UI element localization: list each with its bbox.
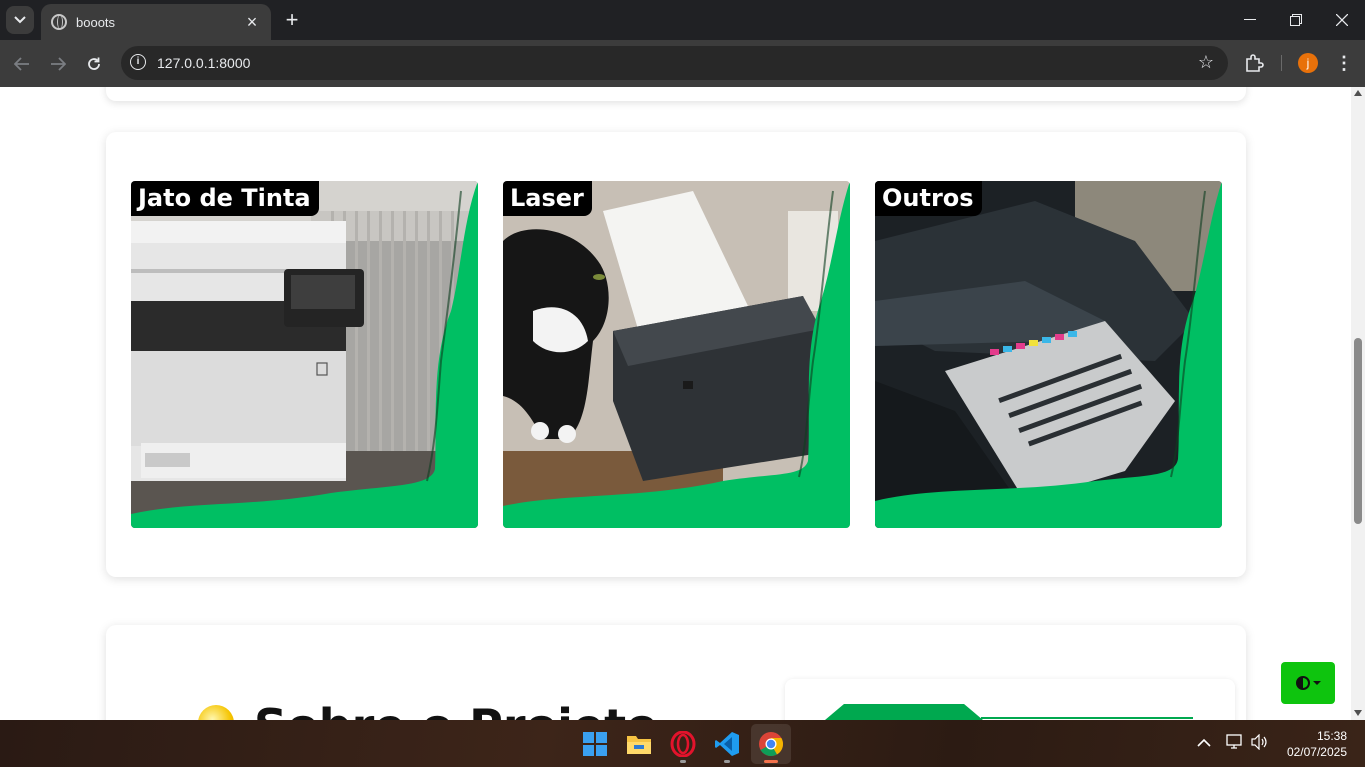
previous-card: [106, 87, 1246, 101]
category-card-jato-de-tinta[interactable]: Jato de Tinta: [131, 181, 478, 528]
forward-button[interactable]: [46, 52, 70, 76]
category-card-outros[interactable]: Outros: [875, 181, 1222, 528]
back-button[interactable]: [10, 52, 34, 76]
laser-printer-image: [503, 181, 850, 528]
restore-icon: [1290, 14, 1302, 26]
arrow-left-icon: [14, 57, 29, 71]
other-printer-image: [875, 181, 1222, 528]
category-card-laser[interactable]: Laser: [503, 181, 850, 528]
scroll-down-arrow-icon[interactable]: [1354, 710, 1362, 716]
network-icon[interactable]: [1226, 734, 1244, 753]
bookmark-star-icon[interactable]: ☆: [1198, 52, 1214, 73]
reload-button[interactable]: [82, 52, 106, 76]
start-button[interactable]: [575, 724, 615, 764]
close-tab-icon[interactable]: ×: [243, 13, 261, 31]
page-scrollbar[interactable]: [1351, 87, 1365, 720]
inkjet-printer-image: [131, 181, 478, 528]
scrollbar-thumb[interactable]: [1354, 338, 1362, 524]
tab-title: booots: [76, 14, 116, 30]
about-heading: Sobre o Projeto: [254, 699, 658, 720]
chrome-icon: [759, 732, 784, 757]
minimize-button[interactable]: [1227, 0, 1273, 40]
restore-button[interactable]: [1273, 0, 1319, 40]
monitor-icon: [1226, 734, 1242, 749]
show-hidden-icons-button[interactable]: [1197, 734, 1211, 750]
site-info-icon[interactable]: i: [130, 54, 146, 70]
toolbar-divider: [1281, 55, 1282, 71]
file-explorer-app[interactable]: [619, 724, 659, 764]
windows-logo-icon: [583, 732, 607, 756]
theme-toggle-button[interactable]: [1281, 662, 1335, 704]
reload-icon: [88, 57, 100, 70]
opera-icon: [670, 731, 696, 757]
opera-app[interactable]: [663, 724, 703, 764]
browser-tab[interactable]: booots ×: [41, 4, 271, 40]
more-menu-icon[interactable]: ⋮: [1333, 52, 1355, 74]
running-indicator: [680, 760, 686, 763]
chevron-up-icon: [1197, 738, 1211, 747]
vscode-icon: [715, 732, 739, 756]
browser-tab-bar: booots × +: [0, 0, 1365, 40]
category-label: Outros: [875, 181, 982, 216]
scroll-up-arrow-icon[interactable]: [1354, 90, 1362, 96]
chrome-app[interactable]: [751, 724, 791, 764]
folder-icon: [627, 736, 651, 754]
puzzle-icon: [1246, 54, 1264, 72]
arrow-right-icon: [51, 57, 66, 71]
close-icon: [1336, 14, 1348, 26]
url-text: 127.0.0.1:8000: [157, 55, 251, 71]
active-indicator: [764, 760, 778, 763]
about-card: Sobre o Projeto: [106, 625, 1246, 720]
tab-search-button[interactable]: [6, 6, 34, 34]
system-clock[interactable]: 15:38 02/07/2025: [1283, 728, 1347, 760]
about-image-panel: [785, 679, 1235, 720]
extensions-button[interactable]: [1243, 52, 1265, 74]
page-viewport: Jato de Tinta Laser Outros: [0, 87, 1351, 720]
windows-taskbar: 15:38 02/07/2025: [0, 720, 1365, 767]
volume-icon[interactable]: [1251, 733, 1269, 753]
close-window-button[interactable]: [1319, 0, 1365, 40]
category-label: Jato de Tinta: [131, 181, 319, 216]
browser-toolbar: i 127.0.0.1:8000 ☆: [0, 40, 1365, 87]
minimize-icon: [1244, 19, 1256, 20]
clock-date: 02/07/2025: [1286, 745, 1347, 759]
speaker-icon: [1251, 733, 1267, 751]
category-label: Laser: [503, 181, 592, 216]
running-indicator: [724, 760, 730, 763]
contrast-icon: [1295, 676, 1310, 690]
profile-avatar[interactable]: j: [1298, 53, 1318, 73]
decorative-shape: [825, 704, 983, 720]
new-tab-button[interactable]: +: [281, 9, 303, 31]
caret-down-icon: [1312, 681, 1321, 685]
address-bar[interactable]: i 127.0.0.1:8000 ☆: [121, 46, 1228, 80]
lightbulb-icon: [198, 705, 234, 720]
clock-time: 15:38: [1316, 729, 1347, 743]
categories-card: Jato de Tinta Laser Outros: [106, 132, 1246, 577]
vscode-app[interactable]: [707, 724, 747, 764]
chevron-down-icon: [14, 16, 26, 24]
decorative-line: [981, 717, 1193, 719]
globe-icon: [51, 14, 67, 30]
